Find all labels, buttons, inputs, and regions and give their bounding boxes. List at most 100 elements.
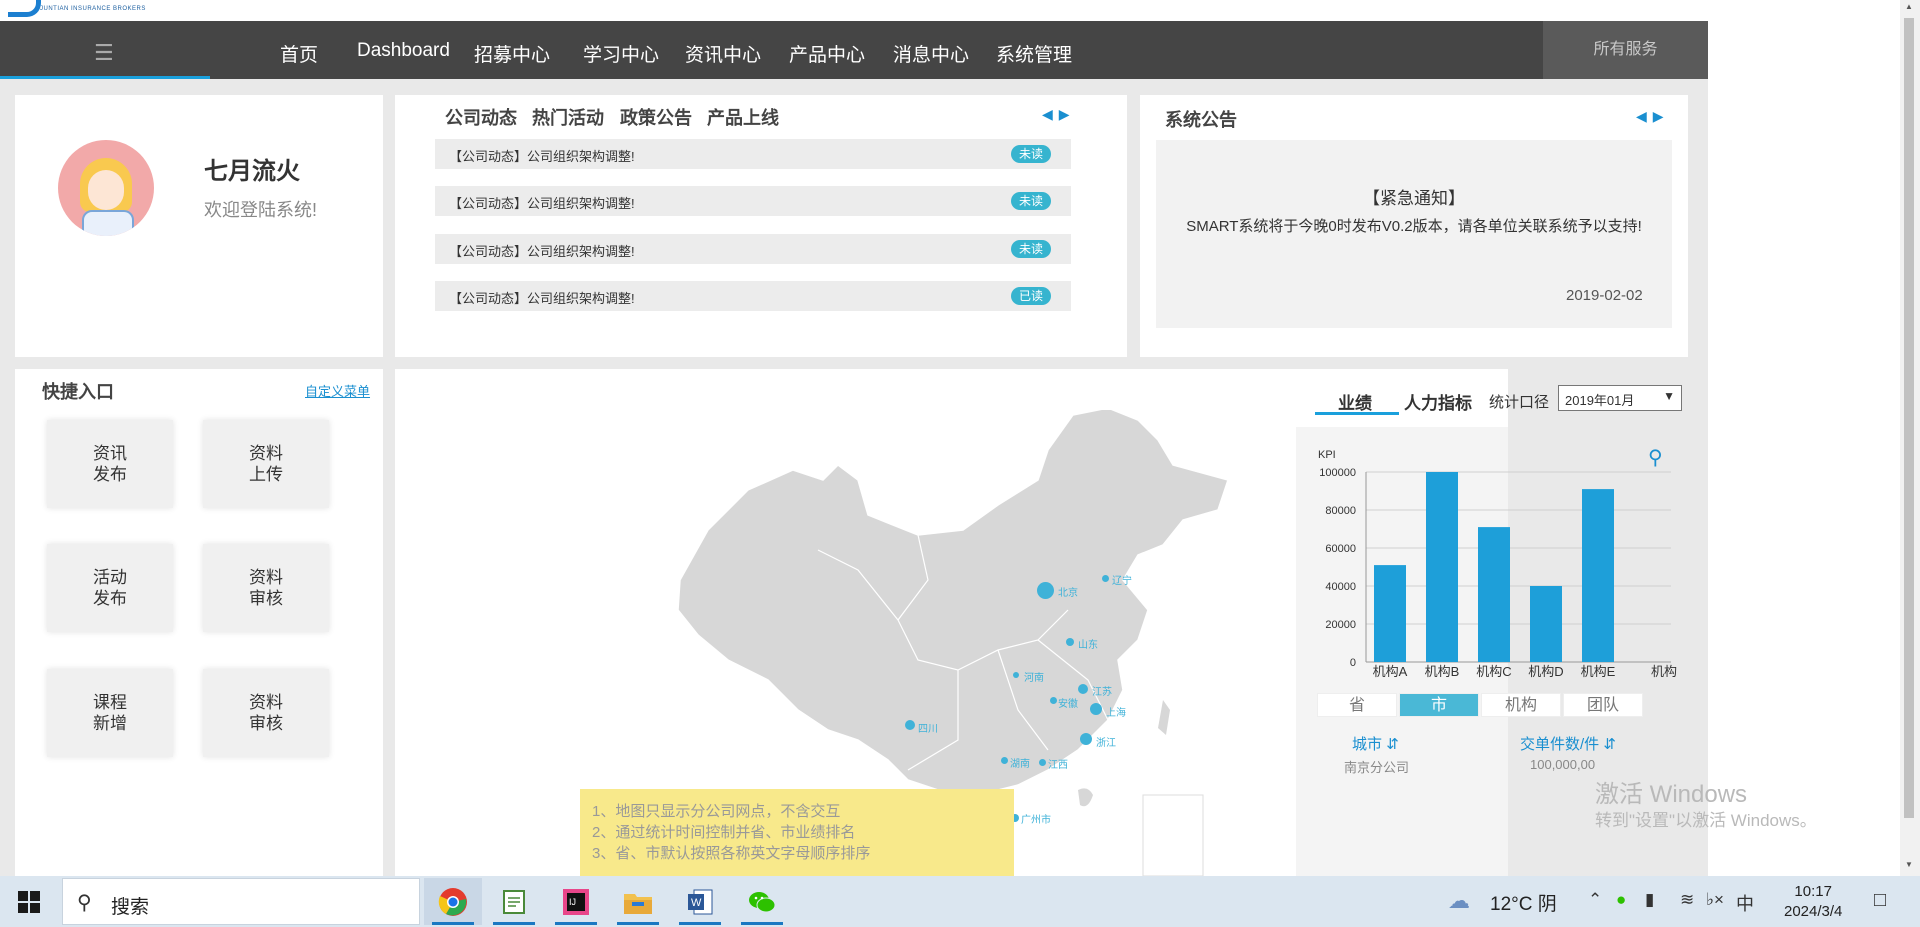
notification-icon[interactable]: □ (1874, 889, 1886, 912)
kpi-bar-chart: KPI 020000400006000080000100000 机构A 机构B 机构… (1318, 449, 1677, 679)
activate-windows-hint: 转到"设置"以激活 Windows。 (1595, 811, 1817, 830)
notice-pager: ◀▶ (1636, 108, 1670, 125)
nav-messages[interactable]: 消息中心 (893, 40, 969, 67)
scroll-up-arrow-icon[interactable]: ▲ (1905, 2, 1913, 11)
bar-机构A (1374, 565, 1406, 662)
intellij-icon[interactable]: IJ (547, 878, 605, 925)
wechat-icon[interactable] (733, 878, 791, 925)
company-logo[interactable]: JUNTIAN INSURANCE BROKERS (0, 0, 376, 21)
tab-performance[interactable]: 业绩 (1338, 389, 1372, 414)
x-tick-label: 机构B (1425, 664, 1460, 679)
quick-file-upload-button[interactable]: 资料 上传 (203, 420, 329, 508)
all-services-button[interactable]: 所有服务 (1543, 21, 1708, 79)
wechat-tray-icon[interactable]: ● (1616, 890, 1626, 910)
activate-windows-watermark: 激活 Windows (1595, 781, 1748, 808)
cloud-icon[interactable]: ☁ (1448, 888, 1470, 914)
segment-agency[interactable]: 机构 (1481, 693, 1561, 717)
nav-news[interactable]: 资讯中心 (685, 40, 761, 67)
col-city[interactable]: 城市 ⇵ (1352, 733, 1399, 754)
search-icon: ⚲ (77, 892, 92, 914)
file-explorer-icon[interactable] (609, 878, 667, 925)
nav-dashboard[interactable]: Dashboard (357, 40, 450, 62)
nav-home[interactable]: 首页 (280, 40, 318, 67)
notice-date: 2019-02-02 (1566, 287, 1643, 304)
news-item[interactable]: 【公司动态】公司组织架构调整! 未读 (435, 186, 1071, 216)
col-orders[interactable]: 交单件数/件 ⇵ (1520, 733, 1616, 754)
nav-system[interactable]: 系统管理 (996, 40, 1072, 67)
map-label: 上海 (1106, 708, 1126, 719)
read-badge: 已读 (1010, 287, 1051, 305)
quick-course-add-button[interactable]: 课程 新增 (47, 669, 173, 757)
nav-recruit[interactable]: 招募中心 (474, 40, 550, 67)
tab-hot-events[interactable]: 热门活动 (532, 104, 604, 130)
y-tick-label: 100000 (1319, 467, 1356, 479)
tab-hr-indicators[interactable]: 人力指标 (1404, 389, 1472, 414)
quick-file-review-button[interactable]: 资料 审核 (203, 544, 329, 632)
chart-grid (1365, 471, 1671, 663)
prev-arrow-icon[interactable]: ◀ (1042, 106, 1059, 122)
map-label: 安徽 (1058, 699, 1078, 710)
segment-team[interactable]: 团队 (1563, 693, 1643, 717)
clock[interactable]: 10:17 2024/3/4 (1784, 882, 1842, 922)
weather-text[interactable]: 12°C 阴 (1490, 889, 1557, 916)
segment-city[interactable]: 市 (1399, 693, 1479, 717)
word-icon[interactable]: W (671, 878, 729, 925)
y-tick-label: 20000 (1325, 619, 1356, 631)
segment-province[interactable]: 省 (1317, 693, 1397, 717)
logo-tagline: JUNTIAN INSURANCE BROKERS (40, 6, 146, 12)
hamburger-icon[interactable]: ☰ (94, 40, 114, 66)
tab-company-news[interactable]: 公司动态 (445, 104, 517, 130)
quick-file-review-button-2[interactable]: 资料 审核 (203, 669, 329, 757)
menu-active-indicator (0, 76, 210, 79)
tab-product-launch[interactable]: 产品上线 (707, 104, 779, 130)
battery-icon[interactable]: ▮ (1645, 890, 1654, 910)
quick-news-publish-button[interactable]: 资讯 发布 (47, 420, 173, 508)
map-label: 山东 (1078, 640, 1098, 651)
x-tick-label: 机构E (1581, 664, 1616, 679)
tab-policy[interactable]: 政策公告 (620, 104, 692, 130)
news-item[interactable]: 【公司动态】公司组织架构调整! 未读 (435, 139, 1071, 169)
scrollbar-thumb[interactable] (1904, 18, 1914, 818)
chrome-icon[interactable] (424, 878, 482, 925)
windows-start-icon[interactable] (18, 891, 40, 913)
map-label: 湖南 (1010, 759, 1030, 770)
volume-muted-icon[interactable]: ♭× (1706, 890, 1724, 910)
next-arrow-icon[interactable]: ▶ (1059, 106, 1076, 122)
x-tick-label: 机构D (1528, 664, 1563, 679)
notepad-icon[interactable] (485, 878, 543, 925)
taskbar-search-box[interactable]: ⚲ 搜索 (62, 878, 420, 925)
avatar[interactable] (58, 140, 154, 236)
news-item[interactable]: 【公司动态】公司组织架构调整! 未读 (435, 234, 1071, 264)
bar-机构E (1582, 489, 1614, 662)
ime-indicator[interactable]: 中 (1736, 890, 1754, 916)
sort-icon: ⇵ (1386, 736, 1399, 753)
unread-badge: 未读 (1010, 192, 1051, 210)
map-point (1050, 697, 1057, 704)
period-select[interactable]: 2019年01月 ▼ (1558, 385, 1682, 411)
quick-event-publish-button[interactable]: 活动 发布 (47, 544, 173, 632)
vertical-scrollbar[interactable]: ▲ ▼ (1900, 0, 1920, 876)
y-tick-label: 80000 (1325, 505, 1356, 517)
user-name: 七月流火 (204, 158, 300, 185)
notice-body: SMART系统将于今晚0时发布V0.2版本，请各单位关联系统予以支持! (1186, 218, 1642, 235)
unread-badge: 未读 (1010, 240, 1051, 258)
chevron-down-icon: ▼ (1663, 389, 1675, 403)
scroll-down-arrow-icon[interactable]: ▼ (1905, 860, 1913, 869)
bar-机构D (1530, 586, 1562, 662)
news-item[interactable]: 【公司动态】公司组织架构调整! 已读 (435, 281, 1071, 311)
wifi-icon[interactable]: ≋ (1680, 890, 1694, 910)
map-label: 广州市 (1021, 815, 1051, 826)
custom-menu-link[interactable]: 自定义菜单 (305, 381, 370, 400)
map-point (1001, 757, 1008, 764)
map-label: 四川 (918, 724, 938, 735)
nav-products[interactable]: 产品中心 (789, 40, 865, 67)
map-label: 江西 (1048, 760, 1068, 771)
map-label: 北京 (1058, 588, 1078, 599)
map-notes: 1、地图只显示分公司网点，不含交互 2、通过统计时间控制并省、市业绩排名 3、省… (580, 789, 1014, 889)
map-label: 浙江 (1096, 738, 1116, 749)
chevron-up-icon[interactable]: ⌃ (1588, 890, 1602, 910)
nav-learning[interactable]: 学习中心 (583, 40, 659, 67)
next-arrow-icon[interactable]: ▶ (1653, 108, 1670, 124)
prev-arrow-icon[interactable]: ◀ (1636, 108, 1653, 124)
chart-x-ticks: 机构A 机构B 机构C 机构D 机构E (1373, 664, 1616, 679)
